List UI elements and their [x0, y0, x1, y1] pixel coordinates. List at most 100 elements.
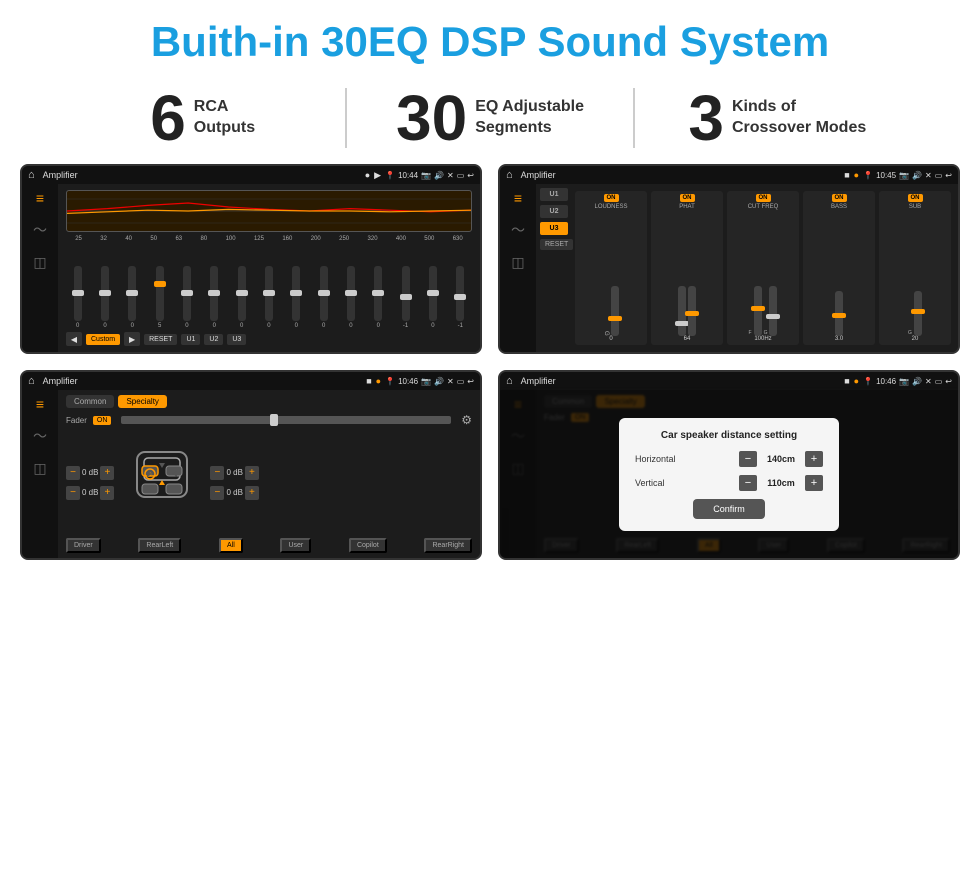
eq-u2-button[interactable]: U2	[204, 334, 223, 345]
xo-sub-label: SUB	[909, 204, 921, 210]
spk-sidebar: ≡ 〜 ◫	[22, 390, 58, 558]
eq-slider-7[interactable]: 0	[238, 266, 246, 329]
eq-u1-button[interactable]: U1	[181, 334, 200, 345]
spk-fl-minus[interactable]: −	[66, 466, 80, 480]
eq-sliders: 0 0 0 5 0	[66, 245, 472, 329]
eq-slider-6[interactable]: 0	[210, 266, 218, 329]
xo-sidebar-eq-icon[interactable]: ≡	[514, 190, 522, 206]
dlg-home-icon: ⌂	[506, 375, 513, 387]
eq-sidebar-wave-icon[interactable]: 〜	[33, 220, 47, 240]
spk-home-icon: ⌂	[28, 375, 35, 387]
stat-eq: 30 EQ AdjustableSegments	[347, 86, 632, 150]
dlg-app-name: Amplifier	[521, 376, 841, 386]
xo-phat-slider-f[interactable]	[688, 286, 696, 336]
spk-fader-row: Fader ON ⚙	[66, 413, 472, 427]
spk-driver-button[interactable]: Driver	[66, 538, 101, 553]
eq-slider-2[interactable]: 0	[101, 266, 109, 329]
eq-slider-12[interactable]: 0	[374, 266, 382, 329]
dialog-confirm-button[interactable]: Confirm	[693, 499, 765, 519]
eq-slider-4[interactable]: 5	[156, 266, 164, 329]
xo-cutfreq-slider-g[interactable]	[769, 286, 777, 336]
dialog-box: Car speaker distance setting Horizontal …	[619, 418, 839, 531]
spk-tab-common[interactable]: Common	[66, 395, 114, 408]
xo-loudness-on[interactable]: ON	[604, 194, 619, 202]
eq-slider-8[interactable]: 0	[265, 266, 273, 329]
xo-loudness-val: 0	[609, 336, 612, 342]
eq-slider-5[interactable]: 0	[183, 266, 191, 329]
dialog-horizontal-minus[interactable]: −	[739, 451, 757, 467]
spk-rl-plus[interactable]: +	[100, 486, 114, 500]
spk-rl-minus[interactable]: −	[66, 486, 80, 500]
eq-sidebar-speaker-icon[interactable]: ◫	[33, 254, 46, 271]
xo-phat-label: PHAT	[679, 204, 695, 210]
xo-sub-on[interactable]: ON	[908, 194, 923, 202]
eq-slider-14[interactable]: 0	[429, 266, 437, 329]
stat-crossover-number: 3	[688, 86, 724, 150]
xo-cutfreq-on[interactable]: ON	[756, 194, 771, 202]
dialog-vertical-minus[interactable]: −	[739, 475, 757, 491]
car-diagram	[122, 432, 202, 512]
xo-bass-slider[interactable]	[835, 291, 843, 336]
xo-preset-u3[interactable]: U3	[540, 222, 568, 235]
dialog-title: Car speaker distance setting	[635, 430, 823, 441]
dialog-horizontal-plus[interactable]: +	[805, 451, 823, 467]
xo-preset-buttons: U1 U2 U3 RESET	[540, 188, 568, 348]
spk-sidebar-speaker-icon[interactable]: ◫	[33, 460, 46, 477]
spk-rr-minus[interactable]: −	[210, 486, 224, 500]
xo-reset-button[interactable]: RESET	[540, 239, 573, 250]
spk-dot-2: ●	[376, 376, 381, 386]
eq-reset-button[interactable]: RESET	[144, 334, 177, 345]
spk-all-button[interactable]: All	[219, 538, 243, 553]
dlg-status-bar: ⌂ Amplifier ■ ● 📍 10:46 📷 🔊 ✕ ▭ ↩	[500, 372, 958, 390]
eq-slider-1[interactable]: 0	[74, 266, 82, 329]
spk-rr-plus[interactable]: +	[245, 486, 259, 500]
xo-cutfreq-label: CUT FREQ	[748, 204, 779, 210]
spk-sidebar-eq-icon[interactable]: ≡	[36, 396, 44, 412]
spk-fr-plus[interactable]: +	[245, 466, 259, 480]
eq-next-button[interactable]: ▶	[124, 332, 140, 346]
spk-fl-value: 0 dB	[82, 468, 98, 477]
dlg-battery-icon: ▭	[935, 377, 943, 386]
spk-sidebar-wave-icon[interactable]: 〜	[33, 426, 47, 446]
page-header: Buith-in 30EQ DSP Sound System	[0, 0, 980, 76]
eq-slider-11[interactable]: 0	[347, 266, 355, 329]
eq-slider-13[interactable]: -1	[402, 266, 410, 329]
eq-slider-9[interactable]: 0	[292, 266, 300, 329]
eq-sidebar-eq-icon[interactable]: ≡	[36, 190, 44, 206]
spk-rearright-button[interactable]: RearRight	[424, 538, 472, 553]
spk-rl-db: − 0 dB +	[66, 486, 114, 500]
xo-sub-slider[interactable]	[914, 291, 922, 336]
spk-bottom-row: Driver RearLeft All User Copilot RearRig…	[66, 538, 472, 553]
spk-copilot-button[interactable]: Copilot	[349, 538, 387, 553]
eq-app-name: Amplifier	[43, 170, 361, 180]
spk-tab-specialty[interactable]: Specialty	[118, 395, 166, 408]
spk-user-button[interactable]: User	[280, 538, 311, 553]
xo-sidebar-speaker-icon[interactable]: ◫	[511, 254, 524, 271]
spk-fr-minus[interactable]: −	[210, 466, 224, 480]
spk-fader-on-toggle[interactable]: ON	[93, 416, 112, 425]
xo-sidebar-wave-icon[interactable]: 〜	[511, 220, 525, 240]
dialog-overlay: Car speaker distance setting Horizontal …	[500, 390, 958, 558]
spk-fl-db: − 0 dB +	[66, 466, 114, 480]
xo-cutfreq-slider-f[interactable]	[754, 286, 762, 336]
eq-slider-10[interactable]: 0	[320, 266, 328, 329]
xo-bass-on[interactable]: ON	[832, 194, 847, 202]
spk-time: 10:46	[398, 377, 418, 386]
eq-slider-15[interactable]: -1	[456, 266, 464, 329]
spk-settings-icon[interactable]: ⚙	[461, 413, 472, 427]
dialog-horizontal-value: 140cm	[761, 454, 801, 464]
eq-prev-button[interactable]: ◀	[66, 332, 82, 346]
eq-u3-button[interactable]: U3	[227, 334, 246, 345]
home-icon: ⌂	[28, 169, 35, 181]
xo-x-icon: ✕	[925, 171, 932, 180]
eq-slider-3[interactable]: 0	[128, 266, 136, 329]
xo-phat-on[interactable]: ON	[680, 194, 695, 202]
dialog-vertical-plus[interactable]: +	[805, 475, 823, 491]
xo-preset-u1[interactable]: U1	[540, 188, 568, 201]
spk-rearleft-button[interactable]: RearLeft	[138, 538, 181, 553]
eq-custom-button[interactable]: Custom	[86, 334, 120, 345]
xo-preset-u2[interactable]: U2	[540, 205, 568, 218]
spk-fl-plus[interactable]: +	[100, 466, 114, 480]
xo-loudness-slider[interactable]	[611, 286, 619, 336]
xo-bass-col: ON BASS 3.0	[803, 191, 875, 345]
